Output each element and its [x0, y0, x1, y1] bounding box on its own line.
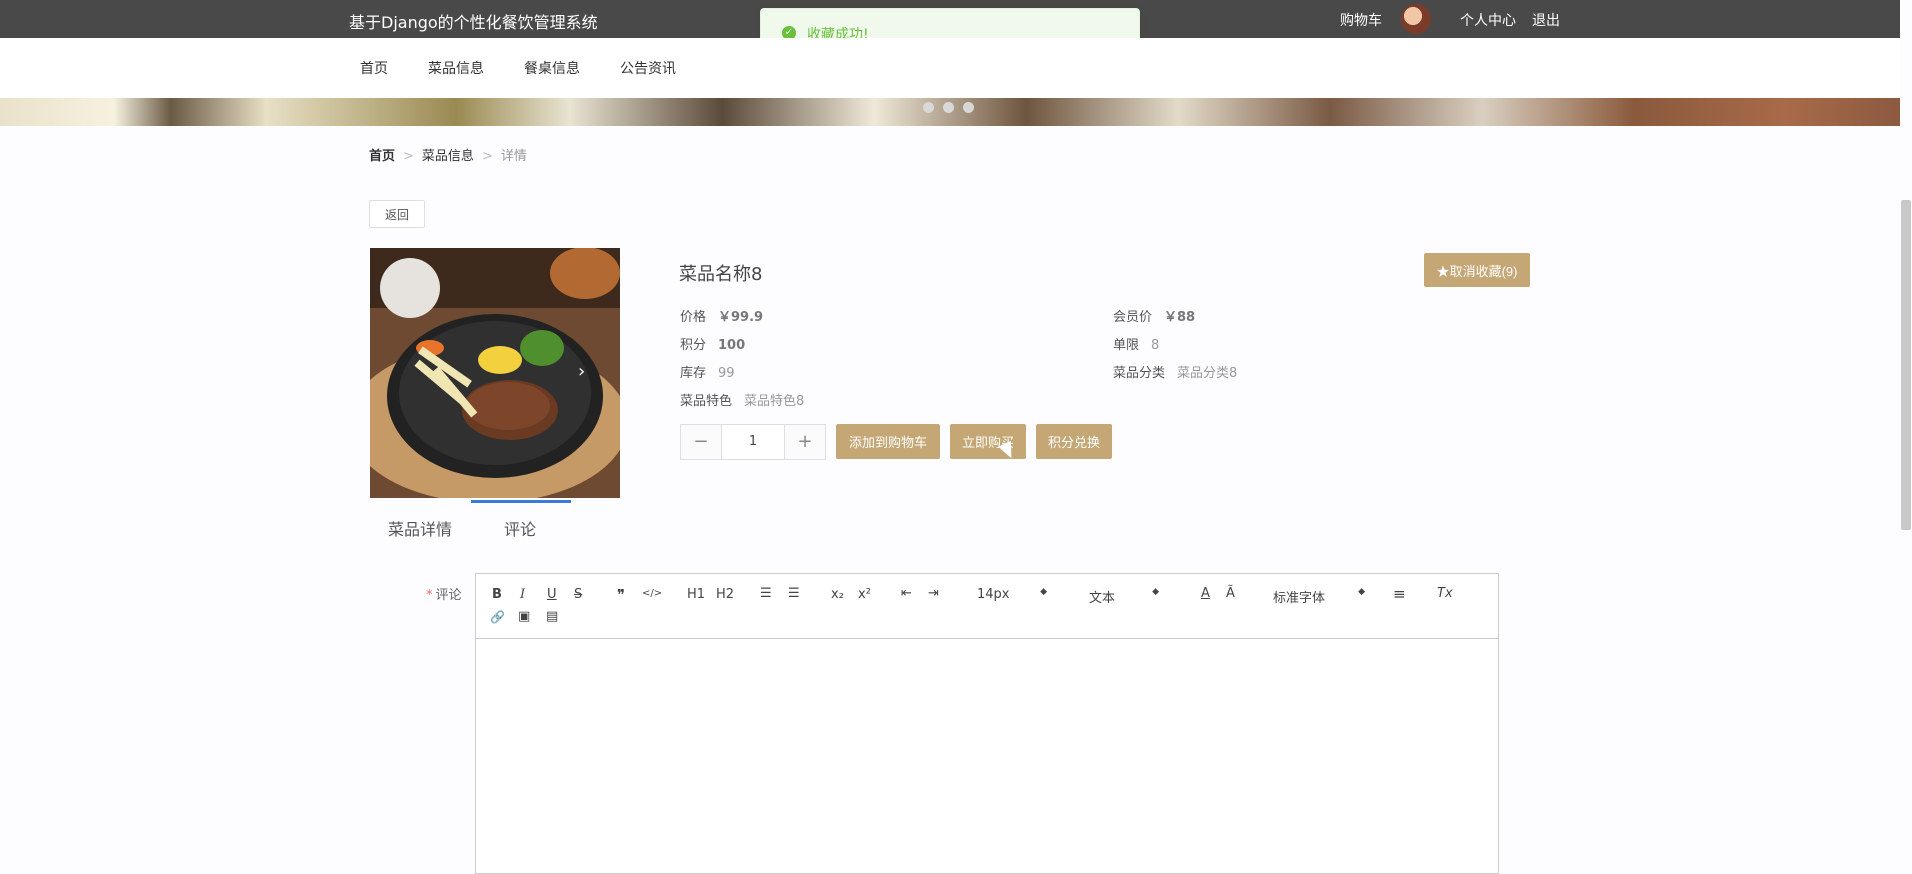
strikethrough-icon[interactable]: S	[574, 587, 582, 602]
carousel-indicators	[923, 102, 983, 113]
cart-link[interactable]: 购物车	[1340, 10, 1382, 30]
stock-label: 库存	[680, 366, 707, 381]
underline-icon[interactable]: U	[547, 587, 557, 602]
image-icon[interactable]: ▣	[518, 609, 530, 624]
quantity-stepper: − 1 +	[680, 424, 826, 460]
nav-item-news[interactable]: 公告资讯	[620, 58, 676, 78]
block-type-select[interactable]: 文本 ◆	[1089, 587, 1159, 606]
price-value: ￥99.9	[718, 310, 764, 325]
stock-value: 99	[718, 366, 735, 381]
subscript-icon[interactable]: x₂	[831, 587, 844, 602]
breadcrumb-separator: >	[481, 149, 493, 164]
text-color-icon[interactable]: A	[1201, 586, 1210, 601]
editor-toolbar: B I U S ❞ </> H1 H2 ☰ ☰ x₂ x² ⇤ ⇥ 14px ◆ …	[476, 574, 1498, 639]
font-family-value: 标准字体	[1273, 591, 1326, 606]
block-type-value: 文本	[1089, 591, 1116, 606]
link-icon[interactable]: 🔗	[490, 610, 505, 624]
font-size-select[interactable]: 14px ◆	[977, 587, 1047, 602]
breadcrumb: 首页 > 菜品信息 > 详情	[369, 145, 527, 164]
video-icon[interactable]: ▤	[546, 609, 558, 624]
member-price-value: ￥88	[1164, 310, 1196, 325]
bullet-list-icon[interactable]: ☰	[788, 586, 800, 601]
star-icon: ★	[1436, 263, 1450, 279]
tab-details[interactable]: 菜品详情	[388, 516, 452, 540]
limit-row: 单限 8	[1113, 334, 1159, 353]
blockquote-icon[interactable]: ❞	[617, 586, 625, 604]
nav-item-home[interactable]: 首页	[360, 58, 388, 78]
nav-item-dishes[interactable]: 菜品信息	[428, 58, 484, 78]
category-row: 菜品分类 菜品分类8	[1113, 362, 1237, 381]
select-arrows-icon: ◆	[1358, 587, 1365, 597]
add-to-cart-button[interactable]: 添加到购物车	[836, 424, 940, 459]
font-family-select[interactable]: 标准字体 ◆	[1273, 587, 1365, 606]
superscript-icon[interactable]: x²	[858, 587, 871, 602]
plus-icon[interactable]: +	[785, 425, 825, 459]
heading1-icon[interactable]: H1	[687, 587, 705, 602]
points-value: 100	[718, 338, 746, 353]
select-arrows-icon: ◆	[1040, 587, 1047, 597]
nav-item-tables[interactable]: 餐桌信息	[524, 58, 580, 78]
site-title: 基于Django的个性化餐饮管理系统	[349, 13, 598, 32]
breadcrumb-current: 详情	[500, 149, 527, 164]
editor-content-area[interactable]	[476, 640, 1498, 873]
points-label: 积分	[680, 338, 707, 353]
logout-link[interactable]: 退出	[1532, 10, 1560, 30]
price-row: 价格 ￥99.9	[680, 306, 763, 325]
breadcrumb-section[interactable]: 菜品信息	[422, 149, 474, 164]
back-button[interactable]: 返回	[369, 200, 425, 228]
unfavorite-button[interactable]: ★取消收藏(9)	[1424, 253, 1530, 287]
member-price-row: 会员价 ￥88	[1113, 306, 1195, 325]
breadcrumb-separator: >	[403, 149, 414, 164]
stock-row: 库存 99	[680, 362, 735, 381]
limit-value: 8	[1151, 338, 1160, 353]
comment-label-text: 评论	[435, 588, 462, 603]
rich-text-editor: B I U S ❞ </> H1 H2 ☰ ☰ x₂ x² ⇤ ⇥ 14px ◆ …	[475, 573, 1499, 874]
clear-format-icon[interactable]: Tx	[1437, 586, 1453, 601]
points-row: 积分 100	[680, 334, 745, 353]
minus-icon[interactable]: −	[681, 425, 721, 459]
tab-comments[interactable]: 评论	[504, 516, 536, 540]
heading2-icon[interactable]: H2	[716, 587, 734, 602]
unfavorite-label: 取消收藏(9)	[1449, 263, 1518, 279]
product-name: 菜品名称8	[679, 264, 763, 285]
code-icon[interactable]: </>	[642, 588, 662, 599]
comment-label: * 评论	[426, 584, 462, 603]
feature-value: 菜品特色8	[744, 394, 805, 409]
profile-link[interactable]: 个人中心	[1460, 10, 1516, 30]
chevron-right-icon[interactable]: ›	[578, 361, 585, 382]
background-color-icon[interactable]: Ã	[1226, 586, 1235, 601]
indent-icon[interactable]: ⇥	[928, 586, 939, 601]
product-tabs: 菜品详情 评论	[370, 500, 910, 540]
quantity-input[interactable]: 1	[721, 425, 785, 459]
bold-icon[interactable]: B	[492, 587, 502, 602]
main-nav: 首页 菜品信息 餐桌信息 公告资讯	[0, 38, 1900, 98]
select-arrows-icon: ◆	[1152, 587, 1159, 597]
outdent-icon[interactable]: ⇤	[901, 586, 912, 601]
carousel-dot[interactable]	[963, 102, 974, 113]
align-icon[interactable]: ≡	[1393, 585, 1406, 603]
ordered-list-icon[interactable]: ☰	[760, 586, 772, 601]
feature-row: 菜品特色 菜品特色8	[680, 390, 804, 409]
font-size-value: 14px	[977, 587, 1010, 602]
category-label: 菜品分类	[1113, 366, 1166, 381]
feature-label: 菜品特色	[680, 394, 733, 409]
category-value: 菜品分类8	[1177, 366, 1238, 381]
carousel-dot[interactable]	[943, 102, 954, 113]
points-exchange-button[interactable]: 积分兑换	[1036, 424, 1112, 459]
avatar[interactable]	[1401, 4, 1431, 34]
breadcrumb-home[interactable]: 首页	[369, 149, 395, 164]
page-scrollbar[interactable]	[1901, 200, 1911, 530]
user-menu: 购物车 个人中心 退出	[1340, 10, 1576, 30]
carousel-dot[interactable]	[923, 102, 934, 113]
italic-icon[interactable]: I	[520, 587, 525, 602]
member-price-label: 会员价	[1113, 310, 1153, 325]
limit-label: 单限	[1113, 338, 1140, 353]
required-mark: *	[426, 588, 433, 603]
price-label: 价格	[680, 310, 707, 325]
